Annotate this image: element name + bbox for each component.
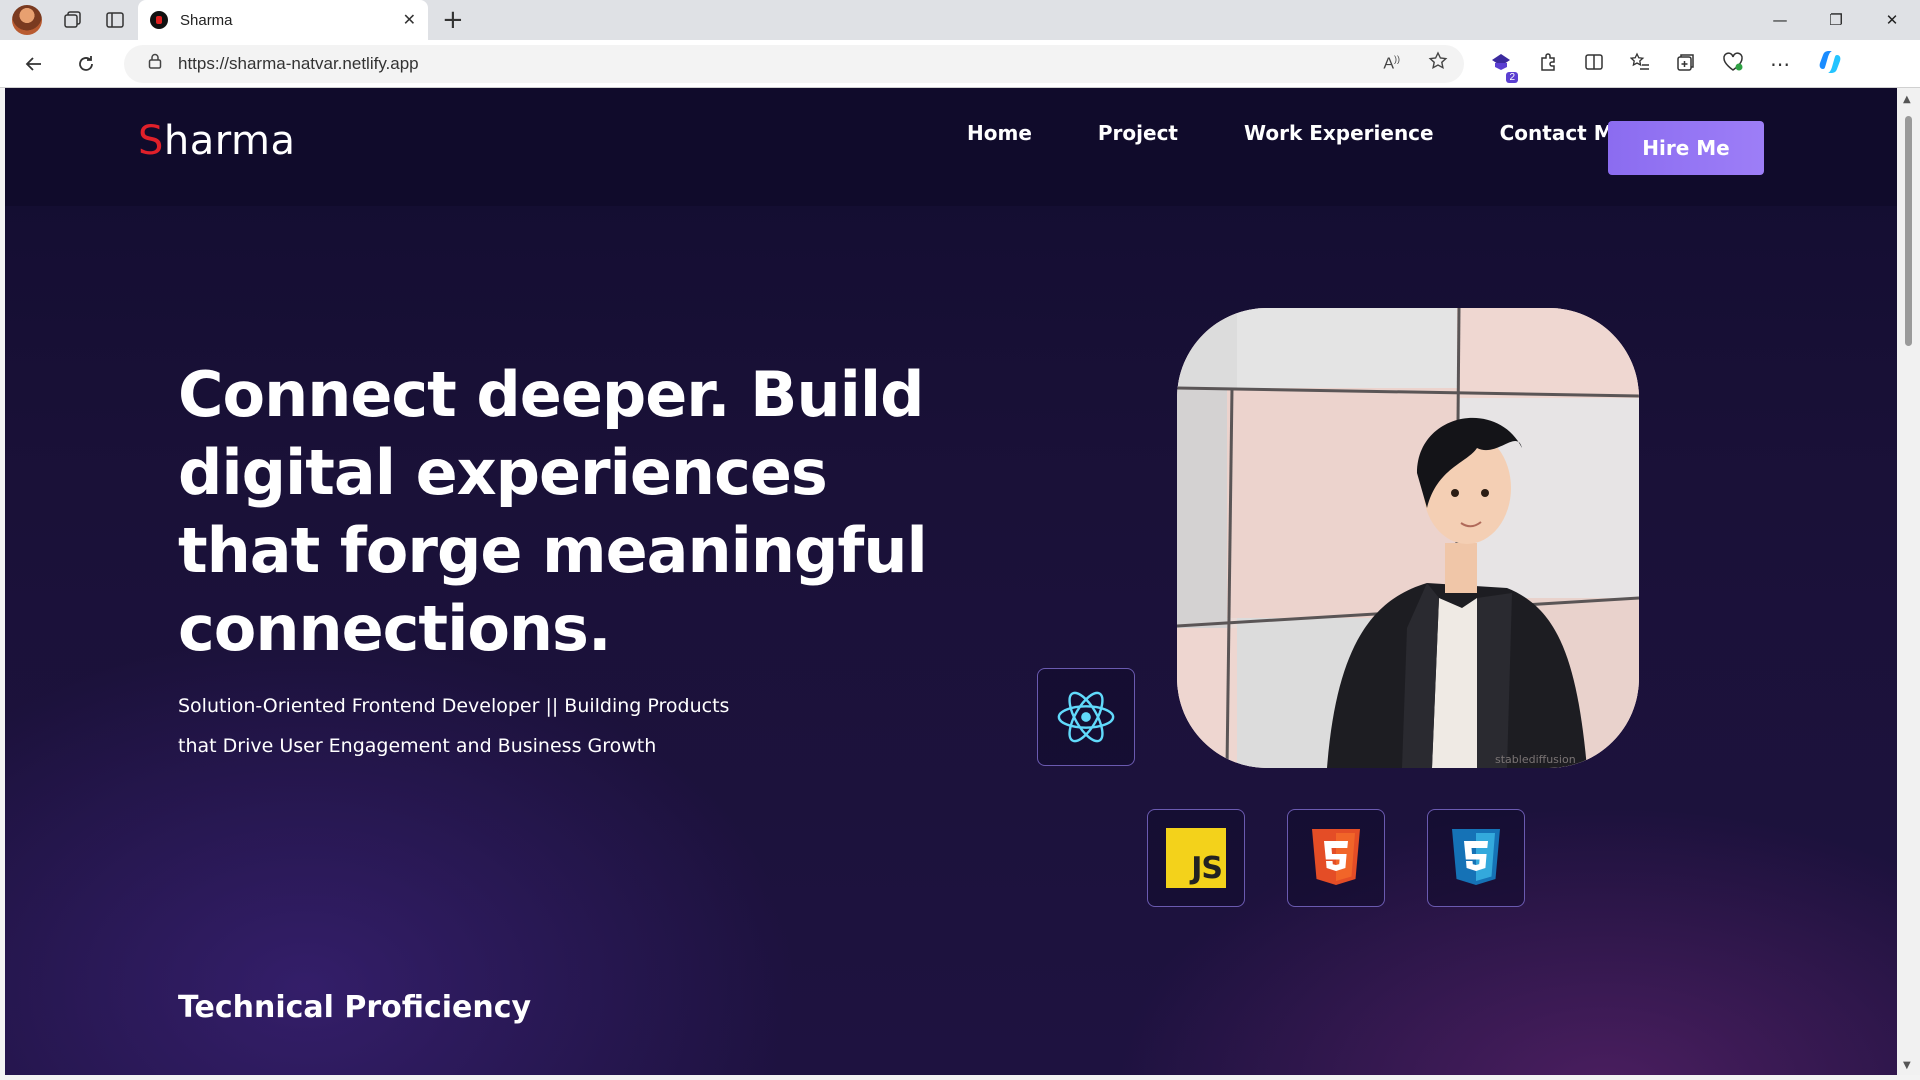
hero-title: Connect deeper. Build digital experience…	[178, 358, 928, 665]
logo-rest: harma	[163, 118, 296, 164]
site-logo[interactable]: Sharma	[138, 118, 295, 164]
tab-close-icon[interactable]: ✕	[403, 10, 416, 30]
lock-icon[interactable]	[148, 53, 162, 74]
css3-icon	[1452, 829, 1500, 885]
url-text[interactable]: https://sharma-natvar.netlify.app	[178, 54, 1383, 74]
hero-subtitle-line-1: Solution-Oriented Frontend Developer || …	[178, 695, 730, 717]
more-options-icon[interactable]: ⋯	[1770, 52, 1791, 76]
site-header: Sharma Home Project Work Experience Cont…	[5, 88, 1897, 206]
tab-actions-icon[interactable]	[104, 9, 126, 31]
hire-me-button[interactable]: Hire Me	[1608, 121, 1764, 175]
extension-badge-count: 2	[1506, 71, 1518, 83]
extension-badge-icon[interactable]: 2	[1490, 51, 1518, 83]
nav-link-project[interactable]: Project	[1098, 121, 1178, 145]
favorites-list-icon[interactable]	[1629, 51, 1650, 76]
javascript-icon: JS	[1166, 828, 1226, 888]
scroll-up-arrow-icon[interactable]: ▲	[1903, 94, 1911, 105]
logo-first-letter: S	[138, 118, 164, 164]
css3-badge	[1427, 809, 1525, 907]
read-aloud-icon[interactable]: A))	[1383, 54, 1400, 73]
copilot-icon[interactable]	[1817, 49, 1843, 79]
page-viewport: Sharma Home Project Work Experience Cont…	[5, 88, 1897, 1075]
browser-address-toolbar: https://sharma-natvar.netlify.app A)) 2 …	[0, 40, 1920, 88]
page-scrollbar[interactable]: ▲ ▼	[1897, 88, 1920, 1075]
workspaces-icon[interactable]	[62, 9, 84, 31]
scrollbar-thumb[interactable]	[1905, 116, 1912, 346]
browser-essentials-icon[interactable]	[1722, 51, 1744, 76]
hero-subtitle-line-2: that Drive User Engagement and Business …	[178, 735, 657, 757]
close-window-icon[interactable]: ✕	[1864, 0, 1920, 40]
browser-tab-active[interactable]: Sharma ✕	[138, 0, 428, 40]
minimize-icon[interactable]: —	[1752, 0, 1808, 40]
javascript-badge: JS	[1147, 809, 1245, 907]
browser-tab-bar: Sharma ✕ + — ❐ ✕	[0, 0, 1920, 40]
html5-icon	[1312, 829, 1360, 885]
technical-proficiency-heading: Technical Proficiency	[178, 990, 532, 1025]
reload-icon[interactable]	[68, 46, 104, 82]
split-screen-icon[interactable]	[1584, 52, 1604, 76]
nav-link-work-experience[interactable]: Work Experience	[1244, 121, 1434, 145]
back-arrow-icon[interactable]	[16, 46, 52, 82]
site-nav: Home Project Work Experience Contact Me	[967, 121, 1627, 145]
hero-subtitle: Solution-Oriented Frontend Developer || …	[178, 686, 798, 766]
nav-link-home[interactable]: Home	[967, 121, 1032, 145]
extensions-puzzle-icon[interactable]	[1538, 52, 1558, 76]
html5-badge	[1287, 809, 1385, 907]
scroll-down-arrow-icon[interactable]: ▼	[1903, 1060, 1911, 1071]
address-bar[interactable]: https://sharma-natvar.netlify.app A))	[124, 44, 1464, 83]
javascript-icon-label: JS	[1191, 851, 1223, 886]
new-tab-icon[interactable]: +	[442, 7, 464, 33]
favorite-star-icon[interactable]	[1428, 51, 1448, 76]
portrait-watermark: stablediffusion	[1495, 753, 1576, 766]
profile-portrait-image: stablediffusion	[1177, 308, 1639, 768]
react-icon	[1057, 691, 1115, 743]
site-favicon-icon	[150, 11, 168, 29]
profile-avatar[interactable]	[12, 5, 42, 35]
collections-icon[interactable]	[1676, 52, 1696, 76]
restore-icon[interactable]: ❐	[1808, 0, 1864, 40]
react-badge	[1037, 668, 1135, 766]
tab-title: Sharma	[180, 11, 233, 29]
